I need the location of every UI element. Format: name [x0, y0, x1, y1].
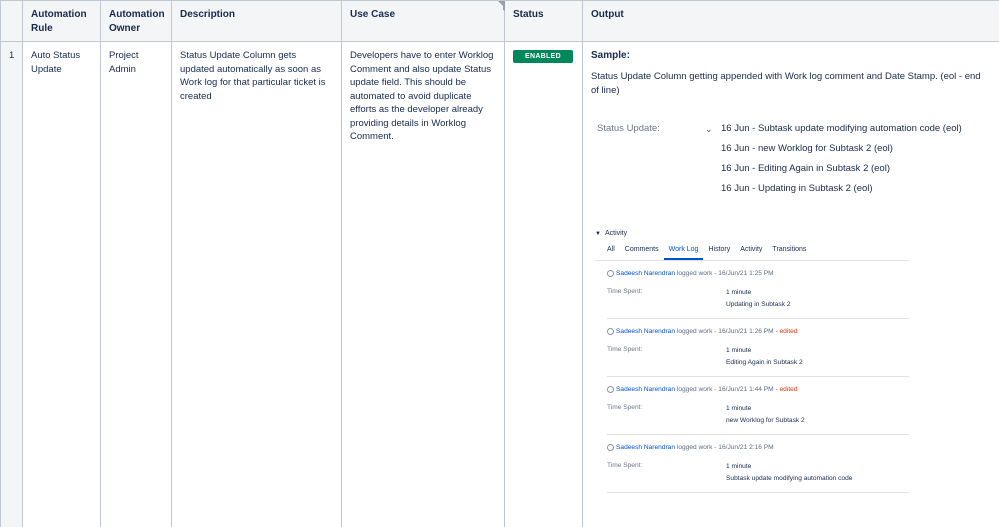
edited-tag: edited [779, 327, 798, 335]
header-status[interactable]: Status [504, 0, 583, 42]
worklog-entry-header: Sadeesh Narendran logged work - 16/Jun/2… [607, 327, 909, 336]
status-badge: ENABLED [513, 50, 573, 63]
worklog-comment: Subtask update modifying automation code [726, 474, 853, 482]
worklog-details: Time Spent: 1 minute new Worklog for Sub… [607, 403, 909, 427]
tab-activity[interactable]: Activity [735, 245, 767, 260]
tab-history[interactable]: History [703, 245, 735, 260]
avatar-icon [607, 269, 614, 277]
cell-description: Status Update Column gets updated automa… [171, 41, 342, 527]
worklog-user-link[interactable]: Sadeesh Narendran [616, 327, 675, 336]
tab-work-log[interactable]: Work Log [663, 245, 704, 260]
worklog-entry: Sadeesh Narendran logged work - 16/Jun/2… [607, 435, 909, 493]
worklog-comment: new Worklog for Subtask 2 [726, 416, 805, 424]
cell-use-case: Developers have to enter Worklog Comment… [341, 41, 505, 527]
status-update-line: 16 Jun - new Worklog for Subtask 2 (eol) [721, 142, 893, 154]
automation-table: Automation Rule Automation Owner Descrip… [0, 0, 999, 527]
tab-transitions[interactable]: Transitions [767, 245, 811, 260]
worklog-meta: logged work - 16/Jun/21 1:25 PM [676, 269, 774, 277]
time-spent-value: 1 minute [726, 404, 752, 412]
header-use-case[interactable]: Use Case [341, 0, 510, 42]
cell-status: ENABLED [504, 41, 583, 527]
header-output[interactable]: Output [582, 0, 999, 42]
tab-all[interactable]: All [607, 245, 620, 260]
activity-panel: ▼ Activity All Comments Work Log History … [595, 229, 909, 493]
worklog-comment: Updating in Subtask 2 [726, 300, 791, 308]
time-spent-label: Time Spent: [607, 345, 643, 353]
worklog-values: 1 minute Editing Again in Subtask 2 [726, 345, 803, 369]
worklog-comment: Editing Again in Subtask 2 [726, 358, 803, 366]
edited-tag: edited [779, 385, 798, 393]
avatar-icon [607, 327, 614, 335]
sample-title: Sample: [591, 50, 630, 61]
header-automation-rule[interactable]: Automation Rule [22, 0, 101, 42]
tab-comments[interactable]: Comments [620, 245, 664, 260]
worklog-user-link[interactable]: Sadeesh Narendran [616, 385, 675, 394]
worklog-entry-header: Sadeesh Narendran logged work - 16/Jun/2… [607, 269, 909, 278]
status-update-field: Status Update: ⌄ 16 Jun - Subtask update… [597, 119, 991, 199]
status-update-label: Status Update: [597, 122, 660, 134]
worklog-details: Time Spent: 1 minute Updating in Subtask… [607, 287, 909, 311]
chevron-down-icon[interactable]: ⌄ [705, 119, 721, 199]
worklog-user-link[interactable]: Sadeesh Narendran [616, 443, 675, 452]
worklog-entry: Sadeesh Narendran logged work - 16/Jun/2… [607, 261, 909, 319]
worklog-entry: Sadeesh Narendran logged work - 16/Jun/2… [607, 319, 909, 377]
status-update-line: 16 Jun - Updating in Subtask 2 (eol) [721, 182, 873, 194]
row-number: 1 [0, 41, 23, 527]
worklog-details: Time Spent: 1 minute Subtask update modi… [607, 461, 909, 485]
header-use-case-label: Use Case [350, 9, 396, 20]
worklog-values: 1 minute new Worklog for Subtask 2 [726, 403, 805, 427]
cell-automation-rule: Auto Status Update [22, 41, 101, 527]
activity-header[interactable]: ▼ Activity [595, 229, 909, 239]
header-row-number [0, 0, 23, 42]
worklog-values: 1 minute Subtask update modifying automa… [726, 461, 852, 485]
caret-down-icon[interactable]: ▼ [595, 231, 601, 237]
status-update-line: 16 Jun - Editing Again in Subtask 2 (eol… [721, 162, 890, 174]
status-update-line: 16 Jun - Subtask update modifying automa… [721, 122, 962, 134]
avatar-icon [607, 385, 614, 393]
time-spent-label: Time Spent: [607, 461, 643, 469]
header-description[interactable]: Description [171, 0, 342, 42]
worklog-meta: logged work - 16/Jun/21 1:26 PM - [676, 327, 778, 335]
table-row: 1 Auto Status Update Project Admin Statu… [0, 41, 999, 527]
activity-title: Activity [604, 229, 628, 237]
time-spent-label: Time Spent: [607, 403, 643, 411]
header-automation-owner[interactable]: Automation Owner [100, 0, 172, 42]
table-header-row: Automation Rule Automation Owner Descrip… [0, 0, 999, 42]
avatar-icon [607, 443, 614, 451]
time-spent-label: Time Spent: [607, 287, 643, 295]
activity-tabs: All Comments Work Log History Activity T… [595, 245, 909, 261]
worklog-values: 1 minute Updating in Subtask 2 [726, 287, 791, 311]
time-spent-value: 1 minute [726, 462, 752, 470]
worklog-entry-header: Sadeesh Narendran logged work - 16/Jun/2… [607, 443, 909, 452]
cell-automation-owner: Project Admin [100, 41, 172, 527]
worklog-meta: logged work - 16/Jun/21 2:16 PM [676, 443, 774, 451]
time-spent-value: 1 minute [726, 346, 752, 354]
time-spent-value: 1 minute [726, 288, 752, 296]
status-update-values: 16 Jun - Subtask update modifying automa… [721, 119, 962, 199]
worklog-meta: logged work - 16/Jun/21 1:44 PM - [676, 385, 778, 393]
worklog-user-link[interactable]: Sadeesh Narendran [616, 269, 675, 278]
worklog-details: Time Spent: 1 minute Editing Again in Su… [607, 345, 909, 369]
sample-description: Status Update Column getting appended wi… [591, 70, 981, 96]
cell-output: Sample: Status Update Column getting app… [582, 41, 999, 527]
worklog-entry-header: Sadeesh Narendran logged work - 16/Jun/2… [607, 385, 909, 394]
worklog-entry: Sadeesh Narendran logged work - 16/Jun/2… [607, 377, 909, 435]
